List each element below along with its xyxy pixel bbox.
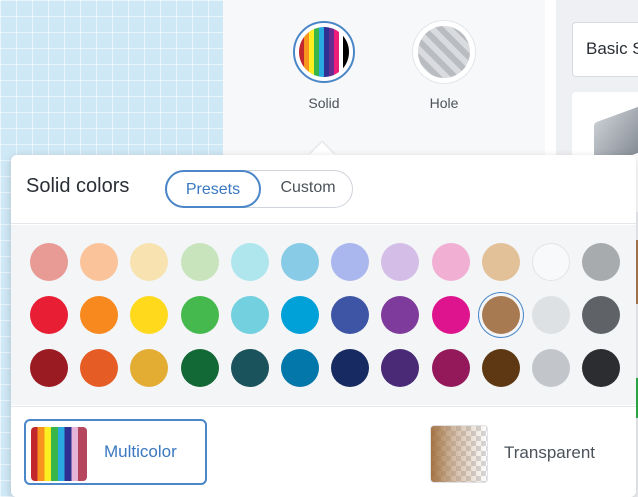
color-swatch[interactable] — [481, 243, 520, 281]
color-swatch[interactable] — [381, 243, 420, 281]
color-swatch[interactable] — [431, 296, 470, 334]
striped-hole-icon — [418, 26, 470, 78]
multicolor-label: Multicolor — [104, 442, 177, 461]
multicolor-icon — [31, 427, 87, 481]
color-swatch-grid — [11, 225, 636, 405]
color-swatch[interactable] — [582, 349, 621, 387]
shape-category-dropdown[interactable]: Basic S — [572, 22, 638, 77]
color-swatch[interactable] — [130, 243, 169, 281]
color-swatch[interactable] — [130, 349, 169, 387]
color-swatch[interactable] — [180, 243, 219, 281]
color-swatch[interactable] — [281, 296, 319, 334]
color-swatch[interactable] — [481, 349, 520, 387]
hole-type-button[interactable] — [413, 21, 475, 83]
color-swatch[interactable] — [30, 296, 68, 334]
popup-title: Solid colors — [26, 175, 130, 197]
color-swatch[interactable] — [532, 296, 570, 334]
color-swatch[interactable] — [30, 349, 68, 387]
color-swatch[interactable] — [281, 349, 319, 387]
color-swatch[interactable] — [582, 243, 621, 281]
transparent-label[interactable]: Transparent — [504, 443, 595, 463]
multicolor-button[interactable]: Multicolor — [24, 419, 207, 485]
color-swatch[interactable] — [481, 296, 520, 334]
color-swatch[interactable] — [281, 243, 319, 281]
color-swatch[interactable] — [381, 349, 420, 387]
solid-colors-popup: Solid colors Presets Custom Multicolor T… — [11, 155, 636, 497]
solid-type-button[interactable] — [293, 21, 355, 83]
color-swatch[interactable] — [180, 349, 219, 387]
color-swatch[interactable] — [30, 243, 68, 281]
color-swatch[interactable] — [130, 296, 169, 334]
rainbow-swatch-icon — [299, 27, 349, 77]
color-swatch[interactable] — [431, 349, 470, 387]
color-mode-toggle: Presets Custom — [165, 170, 353, 208]
hole-label: Hole — [429, 95, 459, 111]
color-swatch[interactable] — [80, 296, 119, 334]
color-swatch[interactable] — [381, 296, 420, 334]
color-swatch[interactable] — [331, 349, 370, 387]
popup-header: Solid colors Presets Custom — [11, 155, 636, 224]
color-swatch[interactable] — [230, 349, 269, 387]
color-swatch[interactable] — [431, 243, 470, 281]
color-swatch[interactable] — [331, 243, 370, 281]
panel-divider — [545, 0, 556, 160]
color-swatch[interactable] — [80, 243, 119, 281]
tab-custom[interactable]: Custom — [264, 170, 352, 208]
inspector-panel — [223, 0, 545, 160]
color-swatch[interactable] — [532, 349, 570, 387]
popup-footer: Multicolor Transparent — [11, 406, 636, 497]
color-swatch[interactable] — [532, 243, 570, 281]
color-swatch[interactable] — [230, 296, 269, 334]
color-swatch[interactable] — [582, 296, 621, 334]
tab-presets[interactable]: Presets — [165, 170, 261, 208]
color-swatch[interactable] — [180, 296, 219, 334]
color-swatch[interactable] — [331, 296, 370, 334]
solid-label: Solid — [308, 95, 340, 111]
color-swatch[interactable] — [230, 243, 269, 281]
transparent-icon[interactable] — [430, 425, 488, 483]
color-swatch[interactable] — [80, 349, 119, 387]
